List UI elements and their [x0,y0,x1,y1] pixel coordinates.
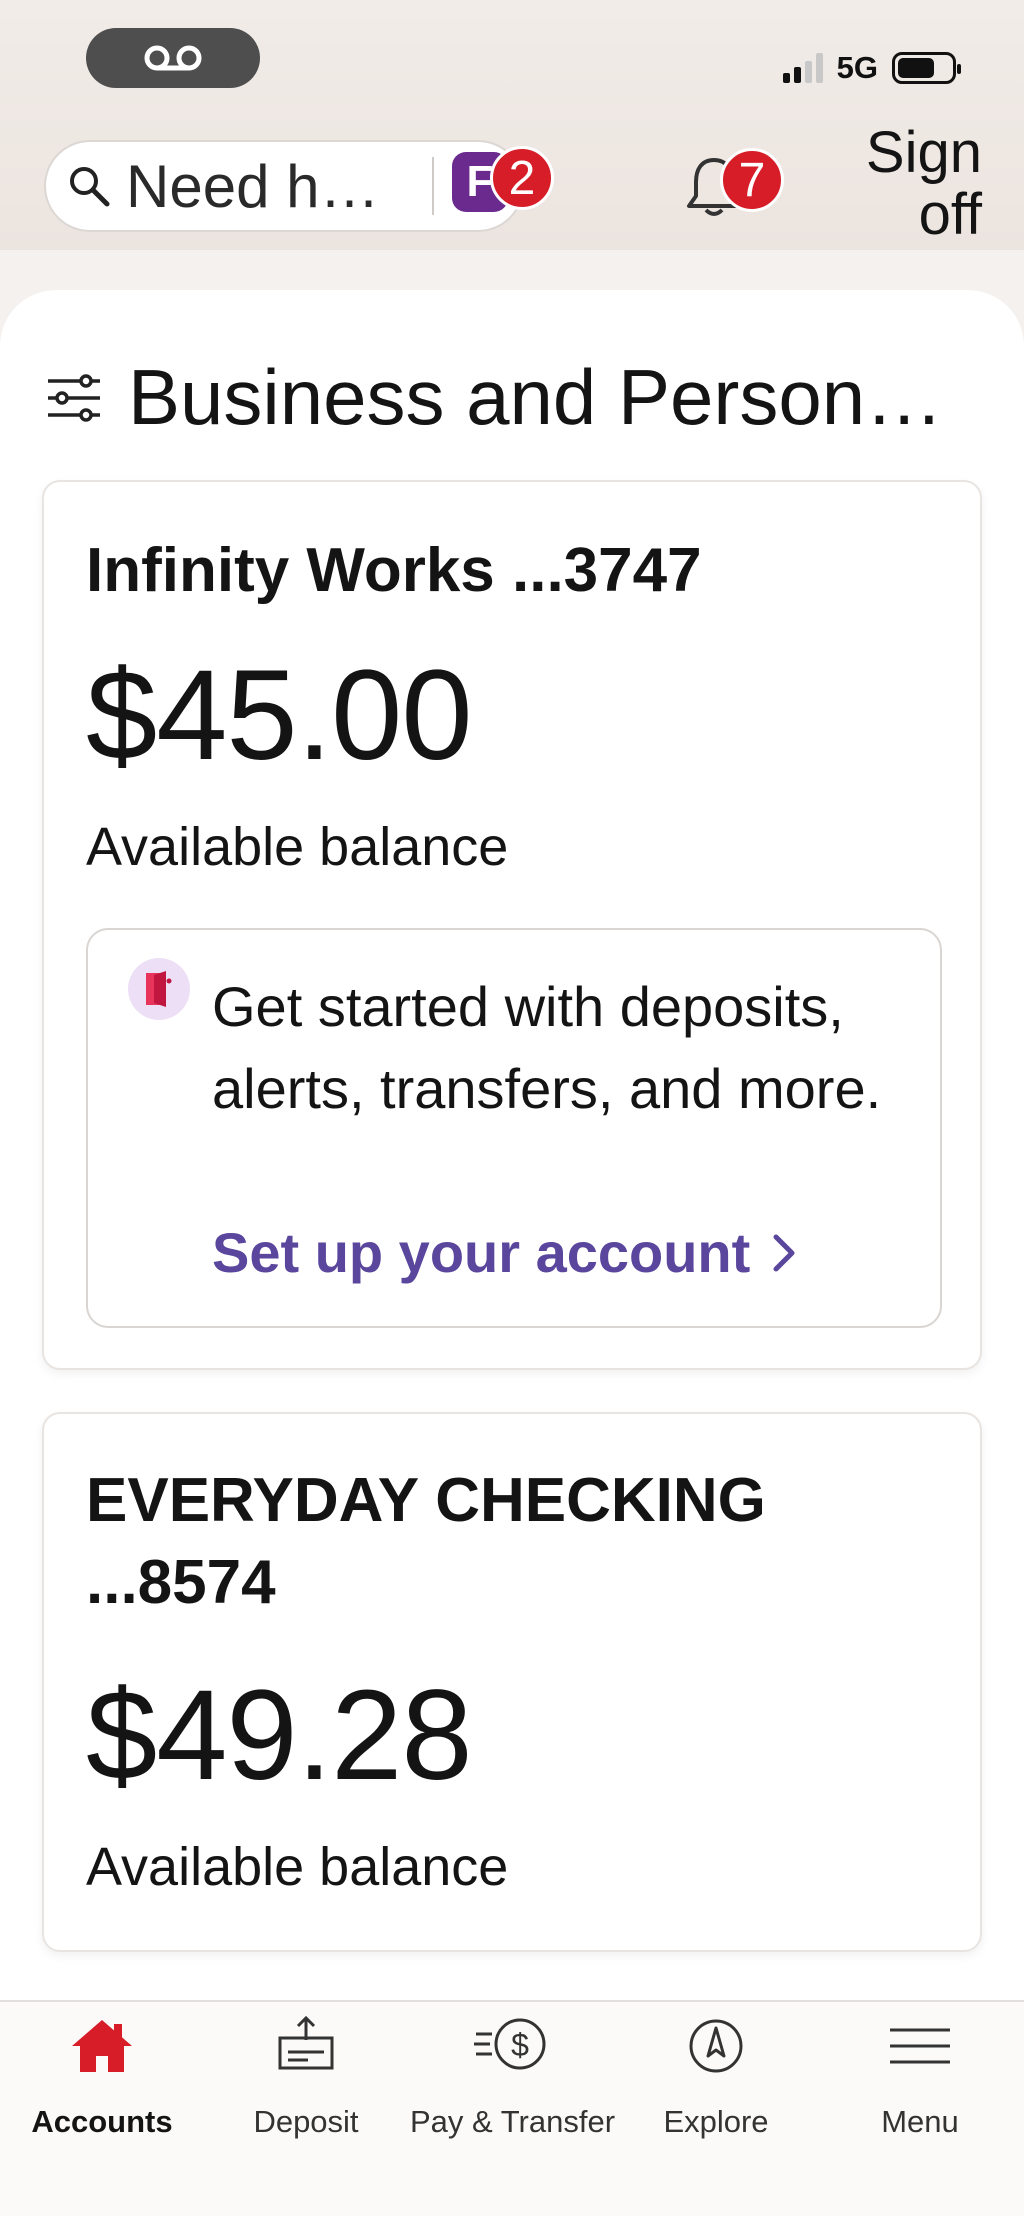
tab-menu[interactable]: Menu [818,2002,1022,2216]
door-icon [128,958,190,1020]
voicemail-icon [144,45,202,71]
section-header: Business and Person… [46,352,948,443]
deposit-icon [274,2014,338,2082]
hamburger-icon [888,2014,952,2082]
account-name: Infinity Works ...3747 [86,536,702,605]
search-placeholder: Need h… [126,152,380,220]
network-label: 5G [836,50,878,85]
tab-label: Menu [881,2104,959,2139]
setup-account-link[interactable]: Set up your account [212,1220,796,1285]
balance-caption: Available balance [86,817,509,877]
status-bar-right: 5G [782,50,961,86]
setup-account-link-label: Set up your account [212,1221,751,1284]
account-card[interactable]: EVERYDAY CHECKING ...8574 $49.28 Availab… [42,1412,982,1952]
compass-icon [684,2014,748,2082]
voicemail-indicator [86,28,260,88]
tab-deposit[interactable]: Deposit [204,2002,408,2216]
tab-label: Explore [663,2104,769,2139]
account-balance: $49.28 [86,1664,472,1807]
account-balance: $45.00 [86,644,472,787]
assistant-button[interactable]: F 2 [452,146,554,212]
notifications-count-badge: 7 [720,148,784,212]
search-icon [70,167,110,207]
account-card[interactable]: Infinity Works ...3747 $45.00 Available … [42,480,982,1370]
account-name: EVERYDAY CHECKING ...8574 [86,1466,766,1617]
search-divider [432,157,434,215]
tab-label: Deposit [253,2104,359,2139]
tab-label: Accounts [31,2104,173,2139]
sign-off-button[interactable]: Sign off [842,122,982,246]
tab-accounts[interactable]: Accounts [0,2002,204,2216]
setup-message: Get started with deposits, alerts, trans… [212,975,882,1120]
section-title: Business and Person… [128,353,944,441]
assistant-count-badge: 2 [490,146,554,210]
chevron-right-icon [773,1234,795,1271]
screen: 5G Need h… F 2 7 Sign off Business and P… [0,0,1024,2216]
tab-pay-transfer[interactable]: $ Pay & Transfer [410,2002,616,2216]
pay-transfer-icon: $ [472,2014,552,2082]
bottom-tab-bar: Accounts Deposit $ Pay & Transfer Explor… [0,2000,1024,2216]
battery-icon [892,52,961,84]
setup-account-prompt: Get started with deposits, alerts, trans… [86,928,942,1328]
svg-text:$: $ [511,2027,529,2063]
tab-explore[interactable]: Explore [614,2002,818,2216]
balance-caption: Available balance [86,1837,509,1897]
notifications-button[interactable]: 7 [684,148,784,220]
home-icon [70,2014,134,2082]
tab-label: Pay & Transfer [410,2104,616,2139]
filter-icon[interactable] [46,373,102,423]
signal-icon [782,53,823,83]
